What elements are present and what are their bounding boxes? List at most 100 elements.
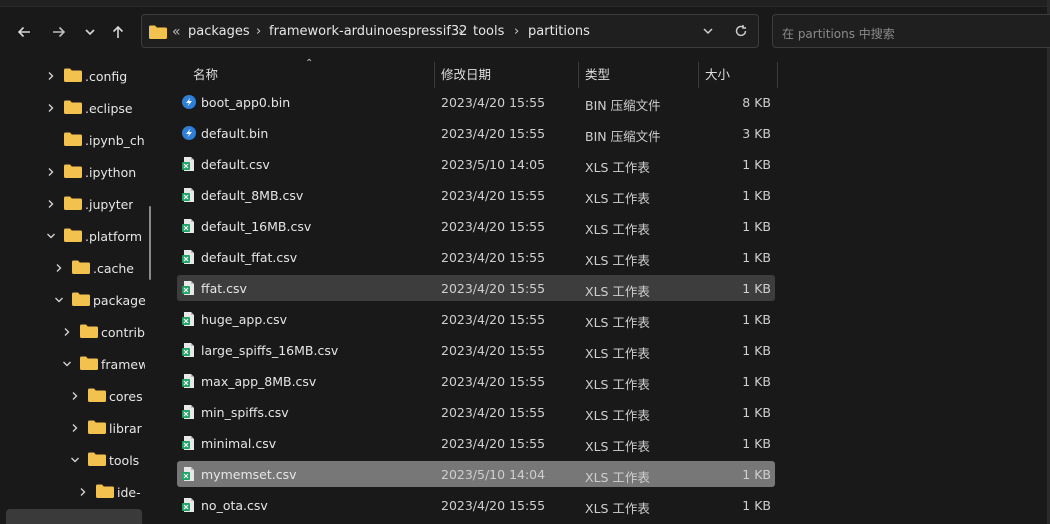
file-date: 2023/4/20 15:55: [441, 374, 546, 389]
tree-scrollbar[interactable]: [149, 206, 151, 280]
tree-item[interactable]: tools: [68, 450, 139, 470]
folder-icon: [96, 484, 114, 501]
expand-chevron-down-icon[interactable]: [60, 357, 74, 371]
file-row[interactable]: default_ffat.csv 2023/4/20 15:55 XLS 工作表 1 …: [177, 244, 775, 270]
folder-icon: [72, 260, 90, 277]
breadcrumb-segment[interactable]: tools: [473, 24, 504, 39]
up-button[interactable]: [106, 20, 130, 44]
tree-item[interactable]: librar: [68, 418, 142, 438]
expand-chevron-right-icon[interactable]: [44, 69, 58, 83]
tree-selected-item[interactable]: [6, 509, 142, 524]
file-size: 1 KB: [742, 498, 771, 513]
file-row[interactable]: default.bin 2023/4/20 15:55 BIN 压缩文件 3 KB: [177, 120, 775, 146]
file-date: 2023/5/10 14:04: [441, 467, 546, 482]
folder-icon: [64, 228, 82, 245]
window-top-strip: [0, 0, 1050, 7]
breadcrumb-segment[interactable]: framework-arduinoespressif32: [269, 24, 467, 39]
file-size: 3 KB: [742, 126, 771, 141]
tree-item[interactable]: .ipython: [44, 162, 136, 182]
address-dropdown-icon[interactable]: [702, 25, 714, 37]
file-row[interactable]: no_ota.csv 2023/4/20 15:55 XLS 工作表 1 KB: [177, 492, 775, 518]
breadcrumb-separator: ›: [458, 24, 464, 39]
column-divider[interactable]: [434, 62, 435, 88]
expand-chevron-down-icon[interactable]: [68, 453, 82, 467]
file-date: 2023/4/20 15:55: [441, 312, 546, 327]
tree-item[interactable]: .platform: [44, 226, 142, 246]
expand-chevron-right-icon[interactable]: [76, 485, 90, 499]
column-header-size[interactable]: 大小: [705, 62, 730, 88]
expand-chevron-right-icon[interactable]: [52, 261, 66, 275]
file-date: 2023/4/20 15:55: [441, 126, 546, 141]
column-divider[interactable]: [698, 62, 699, 88]
file-size: 1 KB: [742, 312, 771, 327]
file-name: no_ota.csv: [201, 498, 268, 513]
back-button[interactable]: [12, 20, 36, 44]
tree-item[interactable]: framew: [60, 354, 145, 374]
tree-item[interactable]: package: [52, 290, 145, 310]
address-bar[interactable]: « packages › framework-arduinoespressif3…: [141, 14, 759, 48]
expand-chevron-right-icon[interactable]: [68, 389, 82, 403]
file-size: 1 KB: [742, 374, 771, 389]
expand-chevron-right-icon[interactable]: [44, 197, 58, 211]
file-row[interactable]: ffat.csv 2023/4/20 15:55 XLS 工作表 1 KB: [177, 275, 775, 301]
tree-item[interactable]: .config: [44, 66, 127, 86]
file-name: default.csv: [201, 157, 270, 172]
sort-ascending-icon: ⌃: [305, 58, 314, 69]
file-row[interactable]: default_16MB.csv 2023/4/20 15:55 XLS 工作表 1 …: [177, 213, 775, 239]
file-date: 2023/4/20 15:55: [441, 95, 546, 110]
recent-locations-button[interactable]: [78, 20, 102, 44]
navigation-tree: .config .eclipse .ipynb_ch .ipython .jupyter…: [0, 60, 145, 524]
tree-item[interactable]: .ipynb_ch: [44, 130, 145, 150]
breadcrumb-segment[interactable]: partitions: [528, 24, 590, 39]
tree-item[interactable]: .jupyter: [44, 194, 133, 214]
file-size: 1 KB: [742, 281, 771, 296]
file-name: mymemset.csv: [201, 467, 297, 482]
file-row[interactable]: large_spiffs_16MB.csv 2023/4/20 15:55 XLS …: [177, 337, 775, 363]
expand-chevron-down-icon[interactable]: [44, 229, 58, 243]
file-row[interactable]: default.csv 2023/5/10 14:05 XLS 工作表 1 KB: [177, 151, 775, 177]
file-type: XLS 工作表: [585, 377, 650, 392]
expand-chevron-right-icon[interactable]: [68, 421, 82, 435]
column-header-date[interactable]: 修改日期: [441, 62, 491, 88]
arrow-left-icon: [17, 26, 30, 38]
tree-item-label: cores: [109, 388, 143, 404]
file-row[interactable]: huge_app.csv 2023/4/20 15:55 XLS 工作表 1 KB: [177, 306, 775, 332]
file-name: ffat.csv: [201, 281, 247, 296]
file-type: XLS 工作表: [585, 315, 650, 330]
arrow-up-icon: [112, 25, 124, 38]
expand-chevron-right-icon[interactable]: [44, 165, 58, 179]
file-row[interactable]: boot_app0.bin 2023/4/20 15:55 BIN 压缩文件 8 KB: [177, 89, 775, 115]
refresh-icon[interactable]: [734, 24, 748, 38]
expand-chevron-down-icon[interactable]: [52, 293, 66, 307]
expand-chevron-right-icon[interactable]: [44, 101, 58, 115]
search-input[interactable]: 在 partitions 中搜索: [772, 14, 1050, 48]
forward-button[interactable]: [47, 20, 71, 44]
folder-icon: [72, 292, 90, 309]
file-date: 2023/4/20 15:55: [441, 498, 546, 513]
column-header-type[interactable]: 类型: [585, 62, 610, 88]
column-header-name[interactable]: 名称: [193, 62, 218, 88]
file-date: 2023/4/20 15:55: [441, 343, 546, 358]
file-type: XLS 工作表: [585, 222, 650, 237]
file-type: XLS 工作表: [585, 284, 650, 299]
folder-icon: [88, 420, 106, 437]
tree-item[interactable]: cores: [68, 386, 143, 406]
tree-item[interactable]: .eclipse: [44, 98, 133, 118]
file-row[interactable]: default_8MB.csv 2023/4/20 15:55 XLS 工作表 1 K…: [177, 182, 775, 208]
tree-item[interactable]: ide-: [76, 482, 141, 502]
file-name: default_16MB.csv: [201, 219, 312, 234]
column-divider[interactable]: [777, 62, 778, 88]
file-size: 1 KB: [742, 250, 771, 265]
file-row[interactable]: minimal.csv 2023/4/20 15:55 XLS 工作表 1 KB: [177, 430, 775, 456]
file-type: BIN 压缩文件: [585, 129, 661, 144]
folder-icon: [64, 100, 82, 117]
file-row[interactable]: min_spiffs.csv 2023/4/20 15:55 XLS 工作表 1 KB: [177, 399, 775, 425]
tree-item[interactable]: contrib: [60, 322, 145, 342]
file-row[interactable]: max_app_8MB.csv 2023/4/20 15:55 XLS 工作表 1 K…: [177, 368, 775, 394]
expand-chevron-right-icon[interactable]: [60, 325, 74, 339]
address-overflow-button[interactable]: «: [172, 25, 181, 39]
file-row[interactable]: mymemset.csv 2023/5/10 14:04 XLS 工作表 1 KB: [177, 461, 775, 487]
column-divider[interactable]: [578, 62, 579, 88]
tree-item[interactable]: .cache: [52, 258, 134, 278]
breadcrumb-segment[interactable]: packages: [188, 24, 250, 39]
